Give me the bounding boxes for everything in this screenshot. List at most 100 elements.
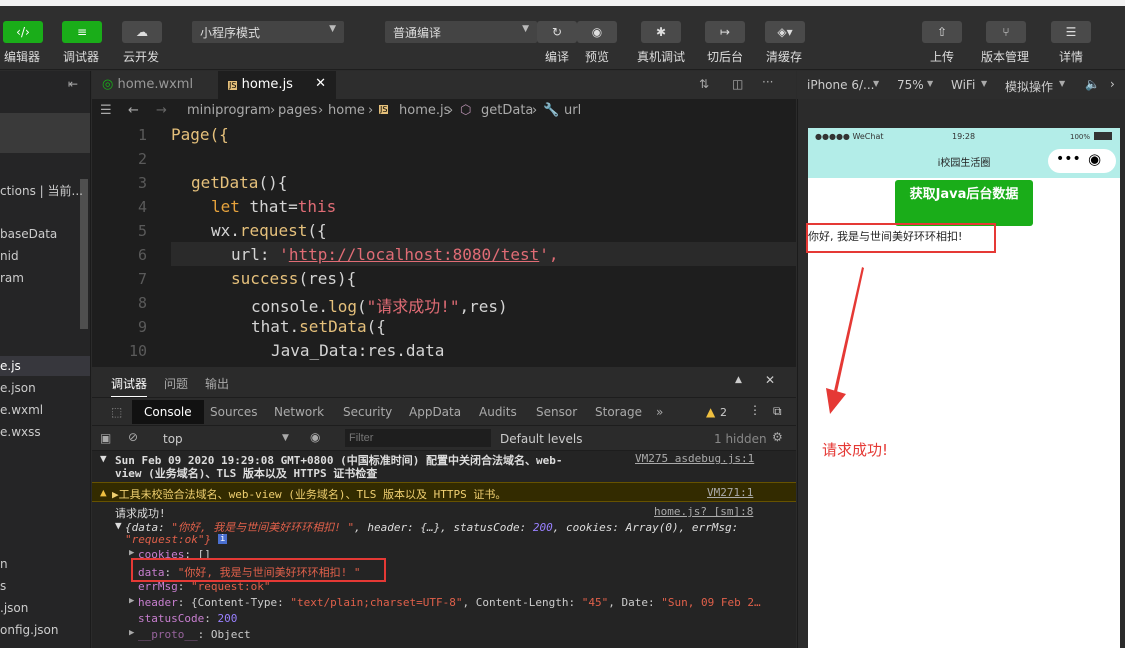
- breadcrumb-item[interactable]: getData: [481, 103, 533, 118]
- volume-icon[interactable]: 🔈: [1085, 77, 1100, 91]
- get-java-data-button[interactable]: 获取Java后台数据: [895, 180, 1033, 226]
- split-compare-icon[interactable]: ⇅: [699, 77, 709, 91]
- list-icon[interactable]: ☰: [100, 103, 112, 118]
- prop-row[interactable]: ▶ __proto__: Object: [92, 628, 796, 642]
- more-tabs-icon[interactable]: »: [656, 405, 663, 419]
- info-icon[interactable]: i: [218, 534, 228, 544]
- tab-network[interactable]: Network: [274, 405, 324, 419]
- log-text[interactable]: ▶工具未校验合法域名、web-view (业务域名)、TLS 版本以及 HTTP…: [112, 486, 506, 502]
- kebab-menu-icon[interactable]: ⋮: [749, 403, 761, 417]
- gear-icon[interactable]: ⚙: [772, 430, 783, 444]
- explorer-item[interactable]: e.js: [0, 359, 21, 373]
- chevron-down-icon[interactable]: ▼: [282, 433, 289, 443]
- eye-icon[interactable]: ◉: [310, 430, 320, 444]
- breadcrumb-item[interactable]: home.js: [399, 103, 450, 118]
- explorer-item[interactable]: nid: [0, 249, 19, 263]
- chevron-right-icon[interactable]: ▶: [129, 548, 134, 558]
- context-select[interactable]: top: [163, 432, 183, 446]
- back-arrow-icon[interactable]: ←: [128, 103, 139, 118]
- tab-sensor[interactable]: Sensor: [536, 405, 577, 419]
- prop-row[interactable]: errMsg: "request:ok": [92, 580, 796, 594]
- breadcrumb-item[interactable]: home: [328, 103, 365, 118]
- tab-audits[interactable]: Audits: [479, 405, 517, 419]
- compile-button[interactable]: ↻: [537, 21, 577, 43]
- tab-output[interactable]: 输出: [205, 375, 229, 392]
- code-token: "请求成功!": [366, 297, 460, 316]
- more-icon[interactable]: ···: [762, 75, 773, 89]
- chevron-right-icon[interactable]: ▶: [129, 596, 134, 606]
- close-target-icon[interactable]: ◉: [1088, 150, 1101, 168]
- clear-cache-button[interactable]: ◈▾: [765, 21, 805, 43]
- breadcrumb-item[interactable]: url: [564, 103, 581, 118]
- tab-sources[interactable]: Sources: [210, 405, 257, 419]
- explorer-item[interactable]: ctions | 当前...: [0, 182, 83, 199]
- close-icon[interactable]: ✕: [765, 373, 775, 387]
- code-token: log: [328, 297, 357, 316]
- filter-input[interactable]: [345, 429, 491, 447]
- tab-console[interactable]: Console: [132, 400, 204, 424]
- chevron-right-icon[interactable]: ▶: [129, 628, 134, 638]
- debugger-toggle-button[interactable]: ≡: [62, 21, 102, 43]
- tab-debugger[interactable]: 调试器: [111, 375, 148, 398]
- mode-select[interactable]: 小程序模式 ▼: [192, 21, 344, 43]
- details-button[interactable]: ☰: [1051, 21, 1091, 43]
- close-icon[interactable]: ✕: [315, 76, 326, 91]
- tab-home-js[interactable]: JS home.js ✕: [218, 71, 336, 99]
- explorer-item[interactable]: s: [0, 579, 6, 593]
- breadcrumb-item[interactable]: pages: [278, 103, 317, 118]
- prop-row[interactable]: statusCode: 200: [92, 612, 796, 626]
- obj-token: "request:ok"}: [125, 533, 212, 546]
- preview-button[interactable]: ◉: [577, 21, 617, 43]
- tab-problems[interactable]: 问题: [164, 375, 188, 392]
- device-select[interactable]: iPhone 6/...: [807, 78, 874, 92]
- source-link[interactable]: home.js? [sm]:8: [654, 505, 753, 518]
- compile-select[interactable]: 普通编译 ▼: [385, 21, 537, 43]
- version-button[interactable]: ⑂: [986, 21, 1026, 43]
- log-levels-select[interactable]: Default levels: [500, 432, 582, 446]
- zoom-select[interactable]: 75%: [897, 78, 924, 92]
- explorer-item[interactable]: ram: [0, 271, 24, 285]
- prop-row[interactable]: ▶ header: {Content-Type: "text/plain;cha…: [92, 596, 796, 610]
- upload-button[interactable]: ⇧: [922, 21, 962, 43]
- chevron-down-icon[interactable]: ▼: [115, 519, 122, 532]
- code-line: getData(){: [191, 173, 287, 192]
- tab-security[interactable]: Security: [343, 405, 392, 419]
- background-button[interactable]: ↦: [705, 21, 745, 43]
- cloud-button[interactable]: ☁: [122, 21, 162, 43]
- editor-toggle-button[interactable]: ‹/›: [3, 21, 43, 43]
- details-label: 详情: [1059, 50, 1084, 64]
- source-link[interactable]: VM271:1: [707, 486, 753, 499]
- code-editor[interactable]: 1 2 3 4 5 6 7 8 9 10 Page({ getData(){ l…: [92, 123, 796, 367]
- explorer-scrollbar[interactable]: [80, 179, 88, 329]
- more-icon[interactable]: ›: [1110, 77, 1115, 91]
- code-token: this: [297, 197, 337, 216]
- chevron-up-icon[interactable]: ▲: [735, 375, 742, 385]
- chevron-down-icon[interactable]: ▼: [100, 452, 107, 465]
- inspect-icon[interactable]: ⬚: [111, 405, 122, 419]
- explorer-item[interactable]: e.wxss: [0, 425, 41, 439]
- object-summary[interactable]: ▼ {data: "你好, 我是与世间美好环环相扣! ", header: {……: [92, 519, 796, 534]
- network-select[interactable]: WiFi: [951, 78, 975, 92]
- clear-console-icon[interactable]: ⊘: [128, 430, 138, 444]
- source-link[interactable]: VM275 asdebug.js:1: [635, 452, 754, 465]
- annotation-arrow: [826, 267, 864, 414]
- more-dots-icon[interactable]: •••: [1056, 151, 1081, 167]
- debug-panel-header: 调试器 问题 输出 ▲ ✕: [92, 367, 796, 398]
- explorer-item[interactable]: e.json: [0, 381, 36, 395]
- explorer-item[interactable]: e.wxml: [0, 403, 43, 417]
- explorer-item[interactable]: n: [0, 557, 8, 571]
- simulate-select[interactable]: 模拟操作: [1005, 78, 1053, 95]
- tab-home-wxml[interactable]: ◎ home.wxml: [92, 71, 210, 99]
- tab-appdata[interactable]: AppData: [409, 405, 461, 419]
- sidebar-toggle-icon[interactable]: ▣: [100, 431, 111, 445]
- explorer-item[interactable]: baseData: [0, 227, 57, 241]
- explorer-item[interactable]: .json: [0, 601, 28, 615]
- tab-storage[interactable]: Storage: [595, 405, 642, 419]
- explorer-item[interactable]: onfig.json: [0, 623, 58, 637]
- breadcrumb-item[interactable]: miniprogram: [187, 103, 271, 118]
- remote-debug-button[interactable]: ✱: [641, 21, 681, 43]
- collapse-sidebar-icon[interactable]: ⇤: [68, 77, 78, 91]
- split-editor-icon[interactable]: ◫: [732, 77, 743, 91]
- forward-arrow-icon[interactable]: →: [156, 103, 167, 118]
- undock-icon[interactable]: ⧉: [773, 404, 782, 419]
